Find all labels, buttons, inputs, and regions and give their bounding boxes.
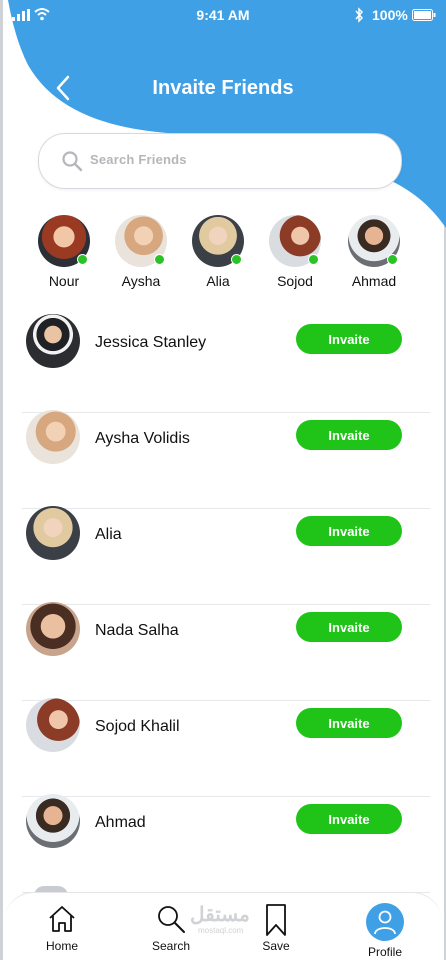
status-bar: 9:41 AM 100% xyxy=(0,0,446,30)
story-name: Nour xyxy=(48,273,80,289)
friend-name: Nada Salha xyxy=(95,622,179,639)
bookmark-icon xyxy=(266,904,286,936)
bluetooth-icon xyxy=(355,7,364,23)
avatar xyxy=(115,215,167,267)
story-item[interactable]: Nour xyxy=(29,215,99,289)
story-name: Sojod xyxy=(277,273,313,289)
avatar xyxy=(348,215,400,267)
page-title: Invaite Friends xyxy=(152,77,294,99)
story-name: Aysha xyxy=(121,273,161,289)
online-dot xyxy=(308,254,319,265)
tab-label: Profile xyxy=(367,945,402,959)
avatar xyxy=(26,410,80,464)
search-icon xyxy=(158,906,185,933)
header-wave xyxy=(8,0,446,228)
avatar xyxy=(26,602,80,656)
home-icon xyxy=(49,906,75,932)
tab-label: Home xyxy=(45,939,78,953)
friend-name: Ahmad xyxy=(95,814,146,831)
tab-label: Save xyxy=(262,939,290,953)
invite-button[interactable]: Invaite xyxy=(296,804,402,834)
online-dot xyxy=(231,254,242,265)
online-dot xyxy=(77,254,88,265)
avatar xyxy=(192,215,244,267)
invite-button[interactable]: Invaite xyxy=(296,420,402,450)
list-item: Aysha Volidis Invaite xyxy=(22,410,430,509)
avatar xyxy=(26,314,80,368)
tab-label: Search xyxy=(151,939,191,953)
story-item[interactable]: Ahmad xyxy=(339,215,409,289)
list-item: Sojod Khalil Invaite xyxy=(22,698,430,797)
invite-button[interactable]: Invaite xyxy=(296,612,402,642)
friend-name: Alia xyxy=(95,526,122,543)
search-icon xyxy=(62,151,83,172)
invite-button[interactable]: Invaite xyxy=(296,324,402,354)
profile-icon xyxy=(366,903,404,941)
story-name: Alia xyxy=(206,273,230,289)
story-item[interactable]: Alia xyxy=(183,215,253,289)
avatar xyxy=(38,215,90,267)
list-item: Ahmad Invaite xyxy=(22,794,430,893)
friend-name: Jessica Stanley xyxy=(95,334,207,351)
avatar xyxy=(26,698,80,752)
avatar xyxy=(26,506,80,560)
list-item: Nada Salha Invaite xyxy=(22,602,430,701)
story-item[interactable]: Aysha xyxy=(106,215,176,289)
tab-profile[interactable]: Profile xyxy=(345,903,425,959)
search-placeholder: Search Friends xyxy=(90,152,187,167)
invite-button[interactable]: Invaite xyxy=(296,516,402,546)
online-dot xyxy=(387,254,398,265)
watermark-logo: مستقل xyxy=(190,904,250,926)
avatar xyxy=(269,215,321,267)
online-friends-strip: Nour Aysha Alia Sojod Ahmad xyxy=(0,215,446,295)
battery-icon xyxy=(412,9,436,21)
invite-button[interactable]: Invaite xyxy=(296,708,402,738)
list-item: Alia Invaite xyxy=(22,506,430,605)
avatar xyxy=(26,794,80,848)
list-item: Jessica Stanley Invaite xyxy=(22,314,430,413)
story-item[interactable]: Sojod xyxy=(260,215,330,289)
online-dot xyxy=(154,254,165,265)
story-name: Ahmad xyxy=(351,273,397,289)
battery-percent: 100% xyxy=(372,7,408,23)
watermark-url: mostaql.com xyxy=(198,926,244,935)
friend-name: Sojod Khalil xyxy=(95,718,180,735)
tab-home[interactable]: Home xyxy=(22,903,102,953)
person-icon xyxy=(374,910,396,935)
friend-name: Aysha Volidis xyxy=(95,430,190,447)
search-input[interactable]: Search Friends xyxy=(38,133,402,189)
